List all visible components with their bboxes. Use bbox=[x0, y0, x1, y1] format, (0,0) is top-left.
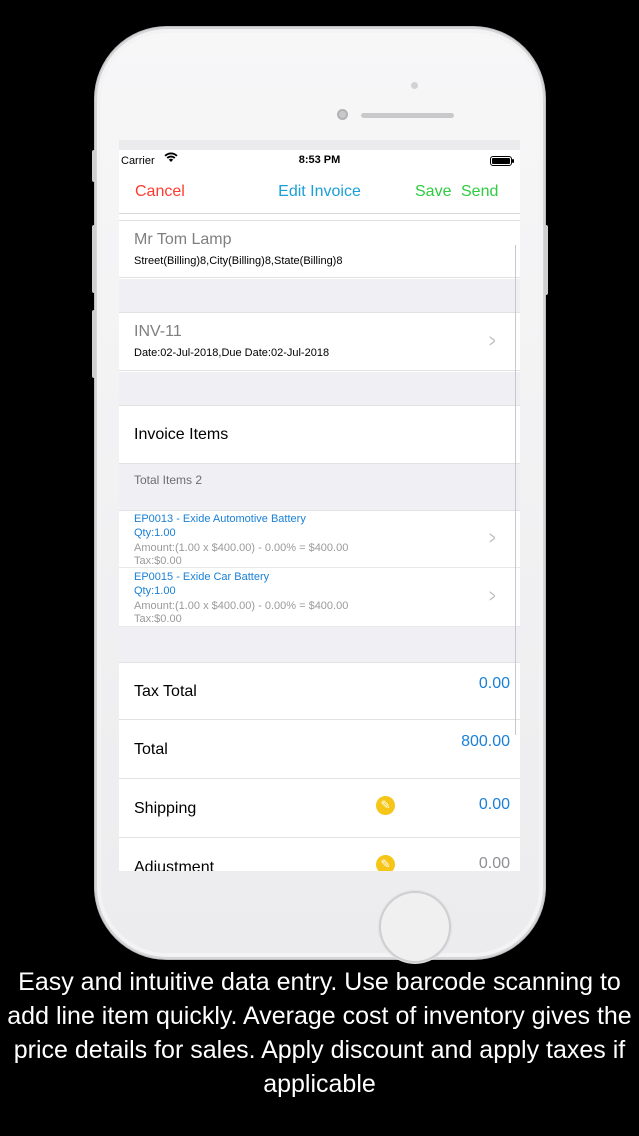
line-item-amount: Amount:(1.00 x $400.00) - 0.00% = $400.0… bbox=[134, 542, 349, 554]
adjustment-row[interactable]: Adjustment ✎ 0.00 bbox=[119, 839, 520, 871]
chevron-right-icon: > bbox=[489, 528, 496, 548]
customer-name: Mr Tom Lamp bbox=[134, 231, 232, 248]
invoice-details-row[interactable]: INV-11 Date:02-Jul-2018,Due Date:02-Jul-… bbox=[119, 312, 520, 371]
cancel-button[interactable]: Cancel bbox=[135, 183, 185, 201]
scroll-indicator[interactable] bbox=[515, 245, 516, 735]
line-item[interactable]: EP0013 - Exide Automotive Battery Qty:1.… bbox=[119, 510, 520, 568]
line-item-tax: Tax:$0.00 bbox=[134, 555, 182, 567]
volume-down-button bbox=[92, 310, 96, 378]
invoice-dates: Date:02-Jul-2018,Due Date:02-Jul-2018 bbox=[134, 347, 330, 359]
send-button[interactable]: Send bbox=[461, 183, 498, 201]
line-item-qty: Qty:1.00 bbox=[134, 585, 176, 597]
earpiece-speaker bbox=[361, 113, 454, 118]
line-item-amount: Amount:(1.00 x $400.00) - 0.00% = $400.0… bbox=[134, 600, 349, 612]
invoice-items-header[interactable]: Invoice Items bbox=[119, 405, 520, 464]
power-button bbox=[544, 225, 548, 295]
line-item[interactable]: EP0015 - Exide Car Battery Qty:1.00 Amou… bbox=[119, 569, 520, 627]
chevron-right-icon: > bbox=[489, 331, 496, 351]
tax-total-row: Tax Total 0.00 bbox=[119, 662, 520, 720]
silent-switch bbox=[92, 150, 96, 182]
customer-row[interactable]: Mr Tom Lamp Street(Billing)8,City(Billin… bbox=[119, 220, 520, 278]
line-item-title: EP0013 - Exide Automotive Battery bbox=[134, 513, 306, 525]
shipping-row[interactable]: Shipping ✎ 0.00 bbox=[119, 780, 520, 838]
customer-address: Street(Billing)8,City(Billing)8,State(Bi… bbox=[134, 255, 343, 267]
battery-icon bbox=[490, 156, 514, 166]
adjustment-label: Adjustment bbox=[134, 859, 215, 871]
app-screen: Carrier 8:53 PM Edit Invoice Cancel Save… bbox=[119, 140, 520, 871]
section-gap bbox=[119, 279, 520, 312]
invoice-number: INV-11 bbox=[134, 323, 182, 340]
front-camera bbox=[337, 109, 348, 120]
section-gap bbox=[119, 627, 520, 662]
shipping-label: Shipping bbox=[134, 800, 197, 817]
invoice-items-title: Invoice Items bbox=[134, 426, 229, 443]
tax-total-label: Tax Total bbox=[134, 683, 197, 700]
total-items-bar: Total Items 2 bbox=[119, 464, 520, 510]
clock: 8:53 PM bbox=[298, 154, 341, 166]
save-button[interactable]: Save bbox=[415, 183, 451, 201]
line-item-title: EP0015 - Exide Car Battery bbox=[134, 571, 270, 583]
volume-up-button bbox=[92, 225, 96, 293]
shipping-value[interactable]: 0.00 bbox=[479, 796, 510, 814]
total-row: Total 800.00 bbox=[119, 721, 520, 779]
total-items-label: Total Items 2 bbox=[134, 473, 203, 487]
total-label: Total bbox=[134, 741, 168, 758]
line-item-tax: Tax:$0.00 bbox=[134, 613, 182, 625]
pencil-icon[interactable]: ✎ bbox=[376, 855, 395, 871]
chevron-right-icon: > bbox=[489, 586, 496, 606]
status-bar: Carrier 8:53 PM bbox=[119, 150, 520, 172]
pencil-icon[interactable]: ✎ bbox=[376, 796, 395, 815]
home-button[interactable] bbox=[379, 891, 451, 963]
line-item-qty: Qty:1.00 bbox=[134, 527, 176, 539]
tax-total-value: 0.00 bbox=[478, 675, 510, 692]
section-gap bbox=[119, 372, 520, 405]
promo-caption: Easy and intuitive data entry. Use barco… bbox=[7, 968, 632, 1098]
navigation-bar: Edit Invoice Cancel Save Send bbox=[119, 172, 520, 214]
total-value: 800.00 bbox=[461, 733, 510, 750]
adjustment-value[interactable]: 0.00 bbox=[479, 855, 510, 871]
proximity-sensor bbox=[411, 82, 418, 89]
